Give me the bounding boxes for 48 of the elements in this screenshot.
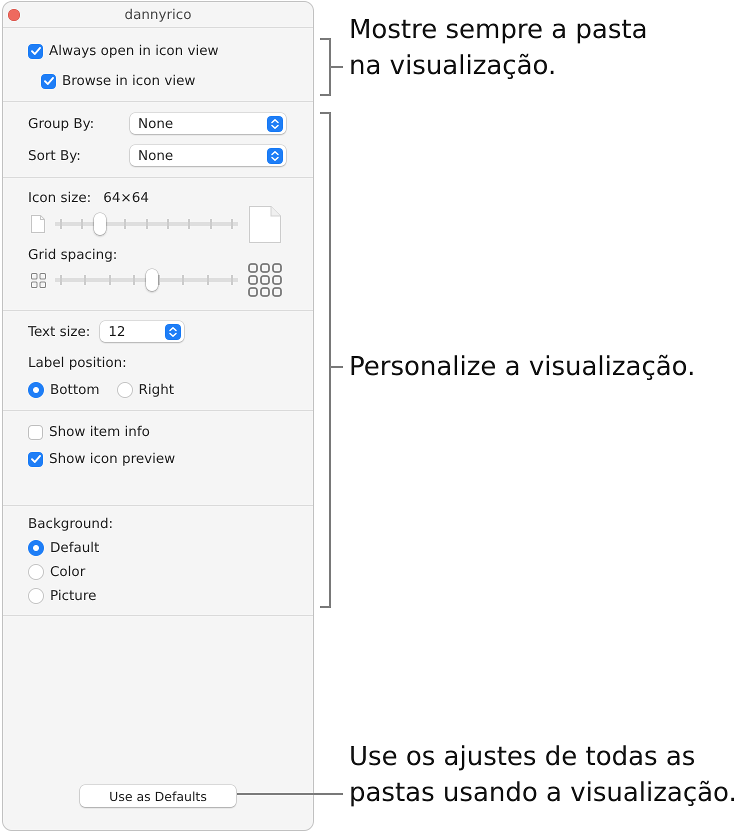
slider-thumb[interactable]: [146, 269, 158, 291]
radio-button[interactable]: [116, 382, 133, 398]
checkmark-icon: [44, 77, 54, 85]
callout-text: Mostre sempre a pasta na visualização.: [349, 14, 649, 83]
radio-button[interactable]: [28, 540, 44, 556]
large-grid-icon: [248, 263, 282, 297]
checkbox-label: Show item info: [49, 424, 150, 440]
checkbox-label: Show icon preview: [49, 451, 176, 467]
radio-label: Color: [50, 564, 86, 580]
slider-label: Grid spacing:: [28, 247, 118, 263]
checkbox[interactable]: [41, 74, 56, 88]
stepper-icon: [267, 148, 283, 164]
slider-label: Icon size:: [28, 190, 92, 206]
radio-button[interactable]: [28, 382, 44, 398]
checkbox-label: Browse in icon view: [62, 73, 196, 89]
callout-text: Personalize a visualização.: [349, 351, 696, 384]
radio-button[interactable]: [28, 564, 44, 580]
popup-button[interactable]: None: [130, 113, 286, 134]
stepper-icon: [165, 324, 182, 340]
group-label: Label position:: [28, 355, 127, 371]
checkbox-label: Always open in icon view: [49, 43, 219, 59]
checkmark-icon: [30, 47, 40, 55]
large-document-icon: [249, 206, 281, 242]
radio-label: Default: [50, 540, 100, 556]
field-label: Group By:: [28, 116, 96, 132]
slider-value: 64×64: [103, 190, 149, 206]
group-label: Background:: [28, 516, 114, 532]
popup-button[interactable]: None: [130, 145, 286, 166]
checkbox[interactable]: [28, 424, 43, 440]
field-label: Text size:: [28, 324, 90, 340]
checkbox[interactable]: [28, 452, 43, 466]
radio-button[interactable]: [28, 588, 44, 604]
small-grid-icon: [30, 272, 46, 288]
checkmark-icon: [30, 455, 40, 463]
checkbox[interactable]: [28, 44, 43, 58]
radio-label: Picture: [50, 588, 96, 604]
close-button[interactable]: [8, 8, 20, 20]
field-label: Sort By:: [28, 148, 82, 164]
radio-label: Right: [138, 382, 174, 398]
popup-button[interactable]: 12: [100, 321, 184, 342]
small-document-icon: [31, 215, 45, 233]
callout-text: Use os ajustes de todas as pastas usando a visualização.: [349, 741, 738, 810]
radio-label: Bottom: [50, 382, 100, 398]
callout-bracket: [320, 38, 343, 96]
window-title: dannyrico: [124, 6, 192, 22]
stepper-icon: [267, 116, 283, 132]
slider-thumb[interactable]: [94, 213, 106, 235]
defaults-button[interactable]: Use as Defaults: [80, 785, 236, 807]
